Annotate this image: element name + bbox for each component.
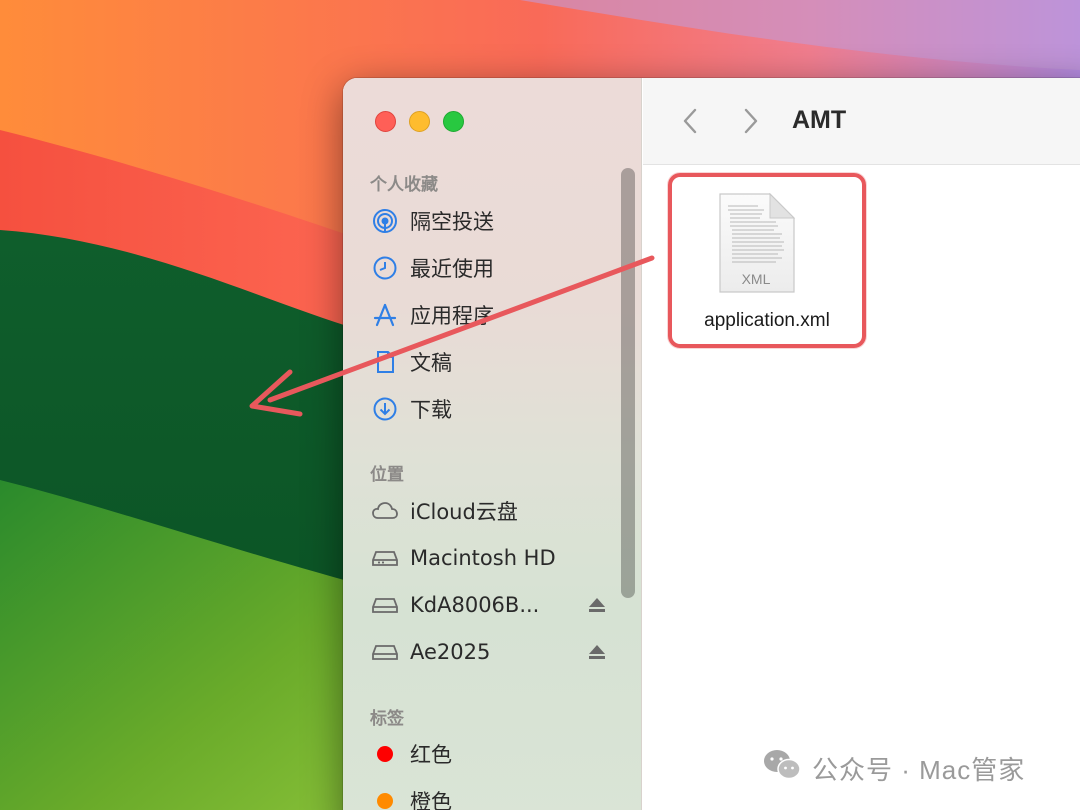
- sidebar-item-label: 隔空投送: [410, 210, 494, 234]
- sidebar: 个人收藏 隔空投送 最近使用 应用程序 文稿 下载 位置 iCloud云盘 Ma…: [343, 78, 642, 810]
- sidebar-item-label: 下载: [410, 398, 452, 422]
- cloud-icon: [370, 496, 400, 526]
- sidebar-item-recents[interactable]: 最近使用: [370, 250, 620, 286]
- airdrop-icon: [370, 206, 400, 236]
- sidebar-item-icloud[interactable]: iCloud云盘: [370, 493, 620, 529]
- sidebar-item-ae2025[interactable]: Ae2025: [370, 634, 620, 670]
- file-item-application-xml[interactable]: XML application.xml: [668, 173, 866, 348]
- sidebar-item-label: Macintosh HD: [410, 546, 556, 570]
- sidebar-item-downloads[interactable]: 下载: [370, 391, 620, 427]
- forward-button[interactable]: [735, 106, 765, 136]
- zoom-button[interactable]: [443, 111, 464, 132]
- sidebar-item-label: 应用程序: [410, 304, 494, 328]
- clock-icon: [370, 253, 400, 283]
- watermark-text: 公众号 · Mac管家: [812, 755, 1026, 785]
- eject-icon[interactable]: [587, 643, 607, 665]
- sidebar-item-label: 红色: [410, 743, 452, 767]
- svg-text:XML: XML: [742, 271, 771, 287]
- watermark: 公众号 · Mac管家: [762, 748, 1025, 789]
- sidebar-item-label: 橙色: [410, 790, 452, 810]
- tag-dot-icon: [370, 739, 400, 769]
- xml-file-icon: XML: [716, 192, 796, 295]
- wechat-icon: [762, 748, 802, 789]
- document-icon: [370, 347, 400, 377]
- eject-icon[interactable]: [587, 596, 607, 618]
- back-button[interactable]: [676, 106, 706, 136]
- file-browser: AMT XML application.xml: [643, 78, 1080, 810]
- drive-icon: [370, 637, 400, 667]
- sidebar-item-label: iCloud云盘: [410, 500, 518, 524]
- sidebar-item-macintosh-hd[interactable]: Macintosh HD: [370, 540, 620, 576]
- sidebar-item-tag-orange[interactable]: 橙色: [370, 783, 620, 810]
- locations-header: 位置: [370, 465, 404, 485]
- finder-window: 个人收藏 隔空投送 最近使用 应用程序 文稿 下载 位置 iCloud云盘 Ma…: [343, 78, 1080, 810]
- window-title: AMT: [792, 106, 847, 134]
- sidebar-scrollbar[interactable]: [621, 168, 635, 598]
- favorites-header: 个人收藏: [370, 175, 438, 195]
- sidebar-item-label: 最近使用: [410, 257, 494, 281]
- file-name: application.xml: [704, 310, 830, 331]
- drive-icon: [370, 590, 400, 620]
- sidebar-item-tag-red[interactable]: 红色: [370, 736, 620, 772]
- tag-dot-icon: [370, 786, 400, 810]
- download-icon: [370, 394, 400, 424]
- minimize-button[interactable]: [409, 111, 430, 132]
- sidebar-item-kda8006b[interactable]: KdA8006B...: [370, 587, 620, 623]
- sidebar-item-label: Ae2025: [410, 640, 491, 664]
- sidebar-item-label: 文稿: [410, 351, 452, 375]
- sidebar-item-airdrop[interactable]: 隔空投送: [370, 203, 620, 239]
- tags-header: 标签: [370, 709, 404, 729]
- sidebar-item-applications[interactable]: 应用程序: [370, 297, 620, 333]
- applications-icon: [370, 300, 400, 330]
- close-button[interactable]: [375, 111, 396, 132]
- toolbar: AMT: [643, 78, 1080, 165]
- sidebar-item-label: KdA8006B...: [410, 593, 540, 617]
- sidebar-item-documents[interactable]: 文稿: [370, 344, 620, 380]
- drive-icon: [370, 543, 400, 573]
